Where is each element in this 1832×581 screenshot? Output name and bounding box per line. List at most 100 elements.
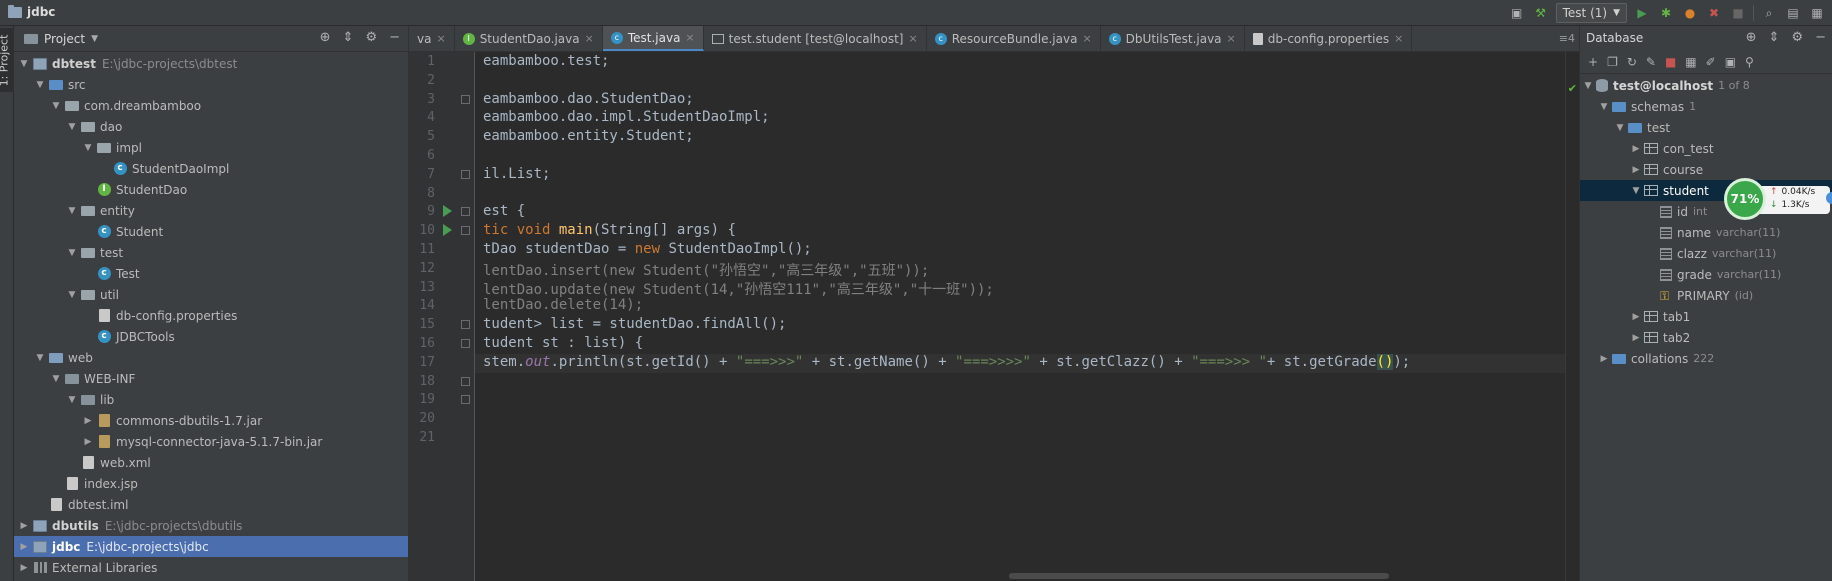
close-icon[interactable]: × xyxy=(1082,32,1091,45)
filter-icon[interactable]: ⚲ xyxy=(1745,55,1754,69)
tree-item[interactable]: ▼ WEB-INF xyxy=(14,368,408,389)
tree-item[interactable]: ▼ impl xyxy=(14,137,408,158)
chevron-down-icon[interactable]: ▼ xyxy=(82,143,94,153)
profile-icon[interactable]: ✖ xyxy=(1705,4,1723,22)
tree-item[interactable]: c JDBCTools xyxy=(14,326,408,347)
db-tree-item[interactable]: ▶ con_test xyxy=(1580,138,1832,159)
chevron-down-icon[interactable]: ▼ xyxy=(34,353,46,363)
code-area[interactable]: eambamboo.test; eambamboo.dao.StudentDao;… xyxy=(475,52,1579,581)
tree-item[interactable]: ▶ dbutils E:\jdbc-projects\dbutils xyxy=(14,515,408,536)
search-icon[interactable]: ⌕ xyxy=(1760,4,1778,22)
tree-item[interactable]: web.xml xyxy=(14,452,408,473)
fold-icon[interactable] xyxy=(461,169,470,179)
tree-item[interactable]: ▼ lib xyxy=(14,389,408,410)
refresh-icon[interactable]: ↻ xyxy=(1627,55,1637,69)
db-tree-item[interactable]: ▼ test xyxy=(1580,117,1832,138)
chevron-right-icon[interactable]: ▶ xyxy=(1630,333,1642,343)
tab-overflow-indicator[interactable]: ≡4 xyxy=(1559,32,1575,45)
chevron-down-icon[interactable]: ▼ xyxy=(34,80,46,90)
structure-icon[interactable]: ▤ xyxy=(1784,4,1802,22)
close-icon[interactable]: × xyxy=(436,32,445,45)
fold-icon[interactable] xyxy=(461,395,470,405)
chevron-right-icon[interactable]: ▶ xyxy=(1630,165,1642,175)
chevron-down-icon[interactable]: ▼ xyxy=(66,248,78,258)
chevron-down-icon[interactable]: ▼ xyxy=(1614,123,1626,133)
fold-icon[interactable] xyxy=(461,376,470,386)
stop-icon[interactable]: ■ xyxy=(1729,4,1747,22)
run-gutter-icon[interactable] xyxy=(443,205,452,218)
chevron-down-icon[interactable]: ▼ xyxy=(66,290,78,300)
fold-icon[interactable] xyxy=(461,320,470,330)
editor-tab[interactable]: c Test.java × xyxy=(602,26,704,51)
chevron-down-icon[interactable]: ▼ xyxy=(66,395,78,405)
collapse-all-icon[interactable]: ⇕ xyxy=(343,30,354,45)
editor-tab[interactable]: db-config.properties × xyxy=(1245,26,1413,51)
editor-tab[interactable]: I StudentDao.java × xyxy=(455,26,603,51)
chevron-down-icon[interactable]: ▼ xyxy=(66,122,78,132)
chevron-right-icon[interactable]: ▶ xyxy=(18,563,30,573)
locate-icon[interactable]: ⊕ xyxy=(1746,30,1757,45)
debug-icon[interactable]: ✱ xyxy=(1657,4,1675,22)
run-configuration-select[interactable]: Test (1) ▼ xyxy=(1555,3,1627,23)
chevron-right-icon[interactable]: ▶ xyxy=(1630,144,1642,154)
build-hammer-icon[interactable]: ⚒ xyxy=(1532,4,1550,22)
project-panel-title[interactable]: Project xyxy=(44,32,85,46)
tree-item[interactable]: ▶ mysql-connector-java-5.1.7-bin.jar xyxy=(14,431,408,452)
close-icon[interactable]: × xyxy=(1394,32,1403,45)
tree-item[interactable]: c Test xyxy=(14,263,408,284)
db-tree-item[interactable]: clazz varchar(11) xyxy=(1580,243,1832,264)
tree-item[interactable]: ▼ web xyxy=(14,347,408,368)
tree-item[interactable]: ▶ External Libraries xyxy=(14,557,408,578)
tree-item[interactable]: ▼ util xyxy=(14,284,408,305)
gear-icon[interactable]: ⚙ xyxy=(1791,30,1803,45)
editor-tab[interactable]: c ResourceBundle.java × xyxy=(927,26,1101,51)
chevron-down-icon[interactable]: ▼ xyxy=(1630,186,1642,196)
sql-console-icon[interactable]: ▣ xyxy=(1725,55,1736,69)
tree-item[interactable]: ▼ dao xyxy=(14,116,408,137)
editor-tab[interactable]: c DbUtilsTest.java × xyxy=(1101,26,1245,51)
tree-item[interactable]: ▶ commons-dbutils-1.7.jar xyxy=(14,410,408,431)
project-tool-tab[interactable]: 1: Project xyxy=(0,28,14,92)
tree-item[interactable]: dbtest.iml xyxy=(14,494,408,515)
close-icon[interactable]: × xyxy=(908,32,917,45)
tree-item[interactable]: index.jsp xyxy=(14,473,408,494)
db-tree-item[interactable]: grade varchar(11) xyxy=(1580,264,1832,285)
db-tree-item[interactable]: name varchar(11) xyxy=(1580,222,1832,243)
chevron-right-icon[interactable]: ▶ xyxy=(18,521,30,531)
db-tree-item[interactable]: ▼ test@localhost 1 of 8 xyxy=(1580,75,1832,96)
tree-item[interactable]: c Student xyxy=(14,221,408,242)
chevron-down-icon[interactable]: ▼ xyxy=(18,59,30,69)
chevron-down-icon[interactable]: ▼ xyxy=(91,34,98,44)
close-icon[interactable]: × xyxy=(585,32,594,45)
db-tree-item[interactable]: ▶ course xyxy=(1580,159,1832,180)
editor-tab[interactable]: va × xyxy=(409,26,455,51)
add-icon[interactable]: + xyxy=(1588,55,1598,69)
db-tree-item[interactable]: ⚿ PRIMARY (id) xyxy=(1580,285,1832,306)
tree-item[interactable]: ▶ jdbc E:\jdbc-projects\jdbc xyxy=(14,536,408,557)
run-icon[interactable]: ▶ xyxy=(1633,4,1651,22)
hide-icon[interactable]: − xyxy=(1815,30,1826,45)
tree-item[interactable]: ▼ com.dreambamboo xyxy=(14,95,408,116)
fold-icon[interactable] xyxy=(461,207,470,217)
sdk-icon[interactable]: ▦ xyxy=(1808,4,1826,22)
stop-icon[interactable]: ■ xyxy=(1665,55,1676,69)
network-monitor-widget[interactable]: ↑ 0.04K/s ↓ 1.3K/s 71% xyxy=(1724,178,1832,220)
close-icon[interactable]: × xyxy=(1227,32,1236,45)
tree-item[interactable]: db-config.properties xyxy=(14,305,408,326)
fold-icon[interactable] xyxy=(461,226,470,236)
tree-item[interactable]: c StudentDaoImpl xyxy=(14,158,408,179)
chevron-right-icon[interactable]: ▶ xyxy=(82,416,94,426)
chevron-right-icon[interactable]: ▶ xyxy=(1598,354,1610,364)
horizontal-scrollbar[interactable] xyxy=(1009,573,1389,579)
editor-tab[interactable]: test.student [test@localhost] × xyxy=(704,26,927,51)
db-tree-item[interactable]: ▶ collations 222 xyxy=(1580,348,1832,369)
chevron-right-icon[interactable]: ▶ xyxy=(18,542,30,552)
widget-handle-icon[interactable] xyxy=(1826,192,1832,204)
locate-icon[interactable]: ⊕ xyxy=(320,30,331,45)
edit-icon[interactable]: ✐ xyxy=(1706,55,1716,69)
hide-icon[interactable]: − xyxy=(389,30,400,45)
collapse-all-icon[interactable]: ⇕ xyxy=(1769,30,1780,45)
tree-item[interactable]: ▼ test xyxy=(14,242,408,263)
tree-item[interactable]: I StudentDao xyxy=(14,179,408,200)
close-icon[interactable]: × xyxy=(685,31,694,44)
